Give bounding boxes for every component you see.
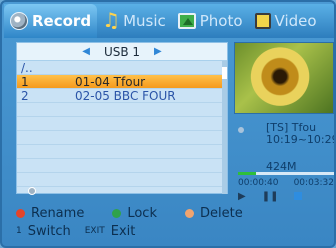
device-selector[interactable]: ◀ USB 1 ▶ [17, 43, 227, 61]
empty-row [17, 173, 227, 187]
elapsed-time: 00:00:40 [238, 178, 279, 188]
tab-photo[interactable]: Photo [172, 4, 249, 38]
red-key-icon [16, 208, 25, 218]
tab-record[interactable]: Record [4, 4, 98, 38]
tab-music[interactable]: Music [97, 4, 172, 38]
right-arrow-icon[interactable]: ▶ [154, 46, 162, 57]
video-icon [254, 13, 271, 29]
info-line-2: 10:19~10:29 [266, 133, 336, 146]
exit-label: Exit [110, 223, 136, 239]
key-legend: Rename Lock Delete 1 Switch EXIT Exit [16, 204, 334, 246]
lock-label: Lock [127, 205, 157, 221]
legend-row-1: Rename Lock Delete [16, 204, 334, 222]
empty-row [17, 103, 227, 117]
playback-controls: ▶ ❚❚ [238, 190, 334, 202]
progress-fill [238, 172, 257, 175]
tab-music-label: Music [123, 12, 166, 30]
info-disc-icon [238, 127, 244, 133]
item-number: 1 [21, 74, 29, 89]
info-title: [TS] Tfou 10:19~10:29 [266, 122, 336, 146]
switch-label: Switch [27, 223, 71, 239]
tab-record-label: Record [32, 12, 92, 30]
playback-progress[interactable] [238, 172, 334, 175]
item-number: 2 [21, 88, 29, 103]
up-folder-label: /.. [21, 60, 33, 75]
photo-icon [177, 13, 196, 29]
tab-video[interactable]: Video [249, 4, 323, 38]
media-browser-window: Record Music Photo Video ◀ USB 1 ▶ /.. 1… [0, 0, 336, 248]
list-item[interactable]: 1 01-04 Tfour [17, 75, 227, 89]
orange-key-icon [184, 208, 194, 218]
empty-row [17, 117, 227, 131]
pause-icon[interactable]: ❚❚ [262, 191, 279, 202]
stop-icon[interactable] [294, 192, 303, 200]
play-icon[interactable]: ▶ [238, 191, 246, 202]
exit-key: EXIT [84, 226, 105, 236]
empty-row [17, 131, 227, 145]
recording-info: [TS] Tfou 10:19~10:29 424M [238, 120, 334, 200]
item-name: 02-05 BBC FOUR [75, 88, 176, 103]
empty-row [17, 159, 227, 173]
green-key-icon [112, 208, 122, 218]
device-label: USB 1 [103, 44, 141, 59]
disc-icon [28, 187, 36, 195]
item-name: 01-04 Tfour [75, 74, 146, 89]
scrollbar-thumb[interactable] [222, 67, 227, 79]
list-item-up[interactable]: /.. [17, 61, 227, 75]
file-list-panel: ◀ USB 1 ▶ /.. 1 01-04 Tfour 2 02-05 BBC … [16, 42, 228, 194]
legend-row-2: 1 Switch EXIT Exit [16, 222, 334, 240]
empty-row [17, 145, 227, 159]
record-icon [10, 12, 28, 30]
tab-video-label: Video [274, 12, 317, 30]
total-time: 00:03:32 [293, 178, 334, 188]
music-icon [102, 8, 120, 32]
rename-label: Rename [31, 205, 85, 221]
tab-bar: Record Music Photo Video [4, 4, 334, 38]
tab-photo-label: Photo [199, 12, 243, 30]
left-arrow-icon[interactable]: ◀ [82, 46, 90, 57]
delete-label: Delete [199, 205, 243, 221]
list-item[interactable]: 2 02-05 BBC FOUR [17, 89, 227, 103]
switch-key: 1 [16, 226, 22, 236]
scrollbar[interactable] [222, 61, 227, 194]
time-readout: 00:00:40 00:03:32 [238, 178, 334, 188]
thumbnail-preview [234, 42, 334, 114]
